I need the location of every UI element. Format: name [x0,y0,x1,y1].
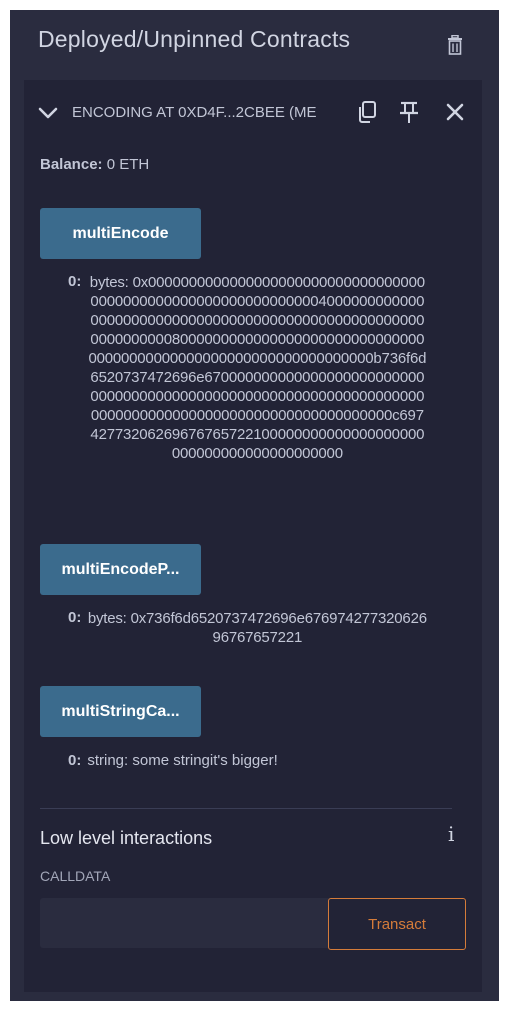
transact-button[interactable]: Transact [328,898,466,950]
output-index: 0: [68,752,82,769]
balance: Balance: 0 ETH [40,156,149,173]
output-value: string: some stringit's bigger! [87,752,278,769]
function-output: 0: bytes: 0x0000000000000000000000000000… [68,273,427,463]
multiencode-button[interactable]: multiEncode [40,208,201,259]
calldata-label: CALLDATA [40,868,111,884]
calldata-input[interactable] [40,898,330,948]
output-index: 0: [68,609,82,626]
contract-title: ENCODING AT 0XD4F...2CBEE (ME [72,104,317,121]
panel-header: Deployed/Unpinned Contracts [10,10,499,74]
function-output: 0: bytes: 0x736f6d6520737472696e67697427… [68,609,427,647]
output-value: bytes: 0x0000000000000000000000000000000… [88,274,427,462]
divider [40,808,452,809]
panel-title: Deployed/Unpinned Contracts [38,26,351,52]
chevron-down-icon[interactable] [38,106,58,124]
trash-icon[interactable] [446,34,464,55]
pin-icon[interactable] [398,100,420,124]
info-icon[interactable]: i [448,822,454,846]
deployed-contracts-panel: Deployed/Unpinned Contracts ENCODING AT … [10,10,499,1001]
balance-label: Balance: [40,156,103,173]
contract-header[interactable]: ENCODING AT 0XD4F...2CBEE (ME [24,80,482,140]
multiencodepacked-button[interactable]: multiEncodeP... [40,544,201,595]
balance-value: 0 ETH [106,156,150,173]
contract-card: ENCODING AT 0XD4F...2CBEE (ME Balance: 0… [24,80,482,992]
copy-icon[interactable] [356,100,378,124]
multistringcall-button[interactable]: multiStringCa... [40,686,201,737]
close-icon[interactable] [444,100,466,124]
output-value: bytes: 0x736f6d6520737472696e67697427732… [87,610,427,646]
output-index: 0: [68,273,82,290]
function-output: 0: string: some stringit's bigger! [68,752,278,769]
low-level-interactions-title: Low level interactions [40,828,213,848]
